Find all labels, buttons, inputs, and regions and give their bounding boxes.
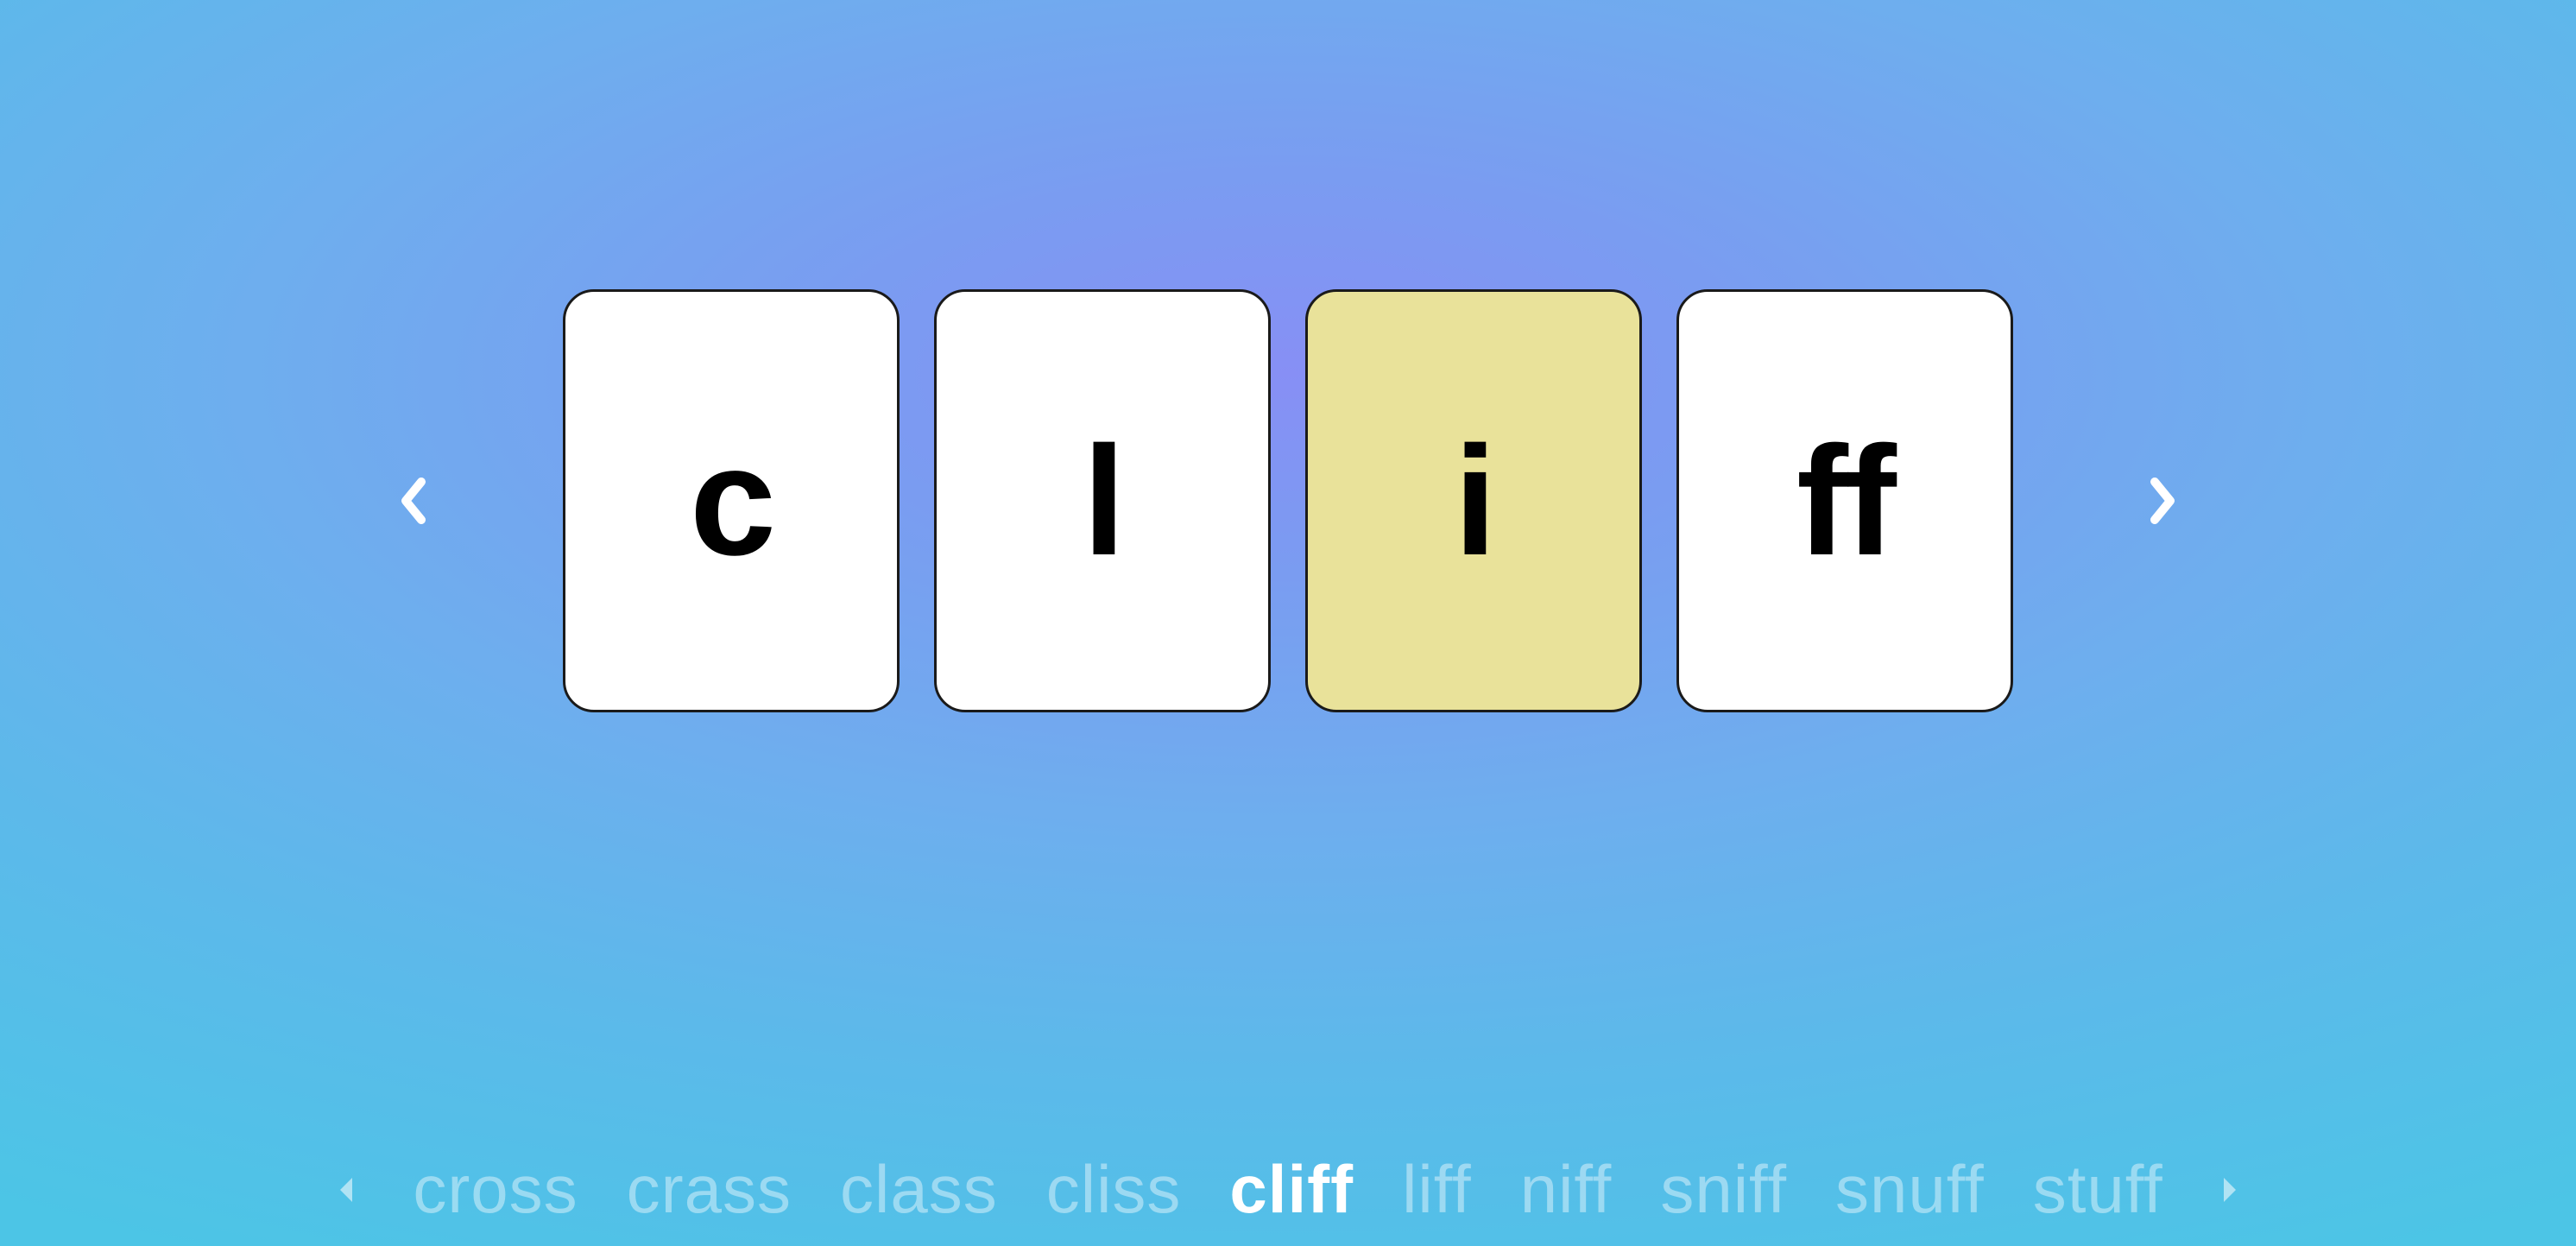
word-item[interactable]: liff (1402, 1150, 1472, 1229)
strip-next-button[interactable] (2212, 1164, 2246, 1216)
triangle-left-icon (338, 1176, 356, 1204)
word-item[interactable]: snuff (1835, 1150, 1985, 1229)
word-item[interactable]: class (840, 1150, 998, 1229)
strip-prev-button[interactable] (330, 1164, 364, 1216)
chevron-left-icon (397, 477, 428, 525)
word-item[interactable]: stuff (2033, 1150, 2163, 1229)
word-item[interactable]: sniff (1660, 1150, 1787, 1229)
chevron-right-icon (2148, 477, 2179, 525)
card-stage: c l i ff (0, 289, 2576, 712)
word-item[interactable]: cliss (1046, 1150, 1182, 1229)
letter-card[interactable]: i (1305, 289, 1642, 712)
letter-cards: c l i ff (563, 289, 2013, 712)
letter-card[interactable]: ff (1676, 289, 2013, 712)
word-strip: cross crass class cliss cliff liff niff … (0, 1150, 2576, 1229)
word-item[interactable]: crass (627, 1150, 792, 1229)
word-item[interactable]: niff (1520, 1150, 1613, 1229)
word-item[interactable]: cross (413, 1150, 578, 1229)
letter-card[interactable]: c (563, 289, 900, 712)
next-card-button[interactable] (2129, 466, 2198, 535)
prev-card-button[interactable] (378, 466, 447, 535)
triangle-right-icon (2220, 1176, 2238, 1204)
word-item[interactable]: cliff (1229, 1150, 1354, 1229)
letter-card[interactable]: l (934, 289, 1271, 712)
